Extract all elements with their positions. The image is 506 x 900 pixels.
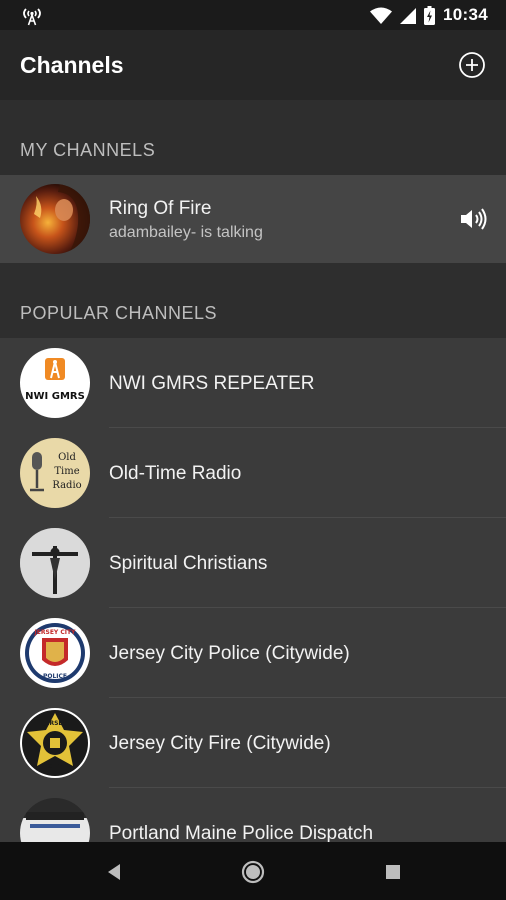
channel-row[interactable]: Spiritual Christians bbox=[0, 518, 506, 608]
logo-text: JERSEY CITY bbox=[34, 629, 77, 636]
system-nav-bar bbox=[0, 842, 506, 900]
logo-text: Old bbox=[58, 452, 76, 463]
radio-tower-icon bbox=[23, 8, 41, 26]
logo-text: Time bbox=[54, 466, 79, 477]
status-bar: 10:34 bbox=[0, 0, 506, 30]
back-icon[interactable] bbox=[102, 860, 126, 884]
logo-text: JERSEY bbox=[42, 720, 67, 727]
home-icon[interactable] bbox=[241, 860, 265, 884]
channel-avatar: JERSEY CITY bbox=[20, 708, 90, 778]
channel-row[interactable]: NWI GMRS NWI GMRS REPEATER bbox=[0, 338, 506, 428]
channel-name: Ring Of Fire bbox=[109, 198, 212, 219]
section-title: POPULAR CHANNELS bbox=[20, 303, 218, 323]
recents-icon[interactable] bbox=[381, 860, 405, 884]
my-channel-row[interactable]: Ring Of Fire adambailey- is talking bbox=[0, 175, 506, 263]
signal-icon bbox=[400, 7, 417, 24]
channel-avatar: NWI GMRS bbox=[20, 348, 90, 418]
section-title: MY CHANNELS bbox=[20, 140, 156, 160]
status-time: 10:34 bbox=[443, 5, 488, 24]
logo-text: NWI GMRS bbox=[25, 391, 85, 402]
app-bar: Channels bbox=[0, 30, 506, 100]
channel-name: Jersey City Fire (Citywide) bbox=[109, 733, 331, 754]
channel-avatar bbox=[20, 528, 90, 598]
logo-text: CITY bbox=[47, 763, 63, 770]
add-channel-button[interactable] bbox=[458, 51, 486, 79]
popular-channels-header: POPULAR CHANNELS bbox=[0, 263, 506, 338]
speaker-icon[interactable] bbox=[460, 207, 488, 231]
channel-status: adambailey- is talking bbox=[109, 224, 263, 241]
channel-row[interactable]: JERSEY CITY Jersey City Fire (Citywide) bbox=[0, 698, 506, 788]
channel-name: NWI GMRS REPEATER bbox=[109, 373, 315, 394]
channel-row[interactable]: Old Time Radio Old-Time Radio bbox=[0, 428, 506, 518]
page-title: Channels bbox=[20, 52, 124, 78]
channel-name: Old-Time Radio bbox=[109, 463, 242, 484]
channel-avatar bbox=[20, 184, 90, 254]
channel-name: Spiritual Christians bbox=[109, 553, 268, 574]
channel-row[interactable]: JERSEY CITY POLICE Jersey City Police (C… bbox=[0, 608, 506, 698]
battery-charging-icon bbox=[424, 5, 436, 25]
channel-name: Jersey City Police (Citywide) bbox=[109, 643, 350, 664]
channel-avatar: JERSEY CITY POLICE bbox=[20, 618, 90, 688]
my-channels-header: MY CHANNELS bbox=[0, 100, 506, 175]
logo-text: POLICE bbox=[43, 673, 67, 680]
channel-avatar: Old Time Radio bbox=[20, 438, 90, 508]
logo-text: Radio bbox=[52, 480, 81, 491]
wifi-icon bbox=[370, 7, 393, 24]
